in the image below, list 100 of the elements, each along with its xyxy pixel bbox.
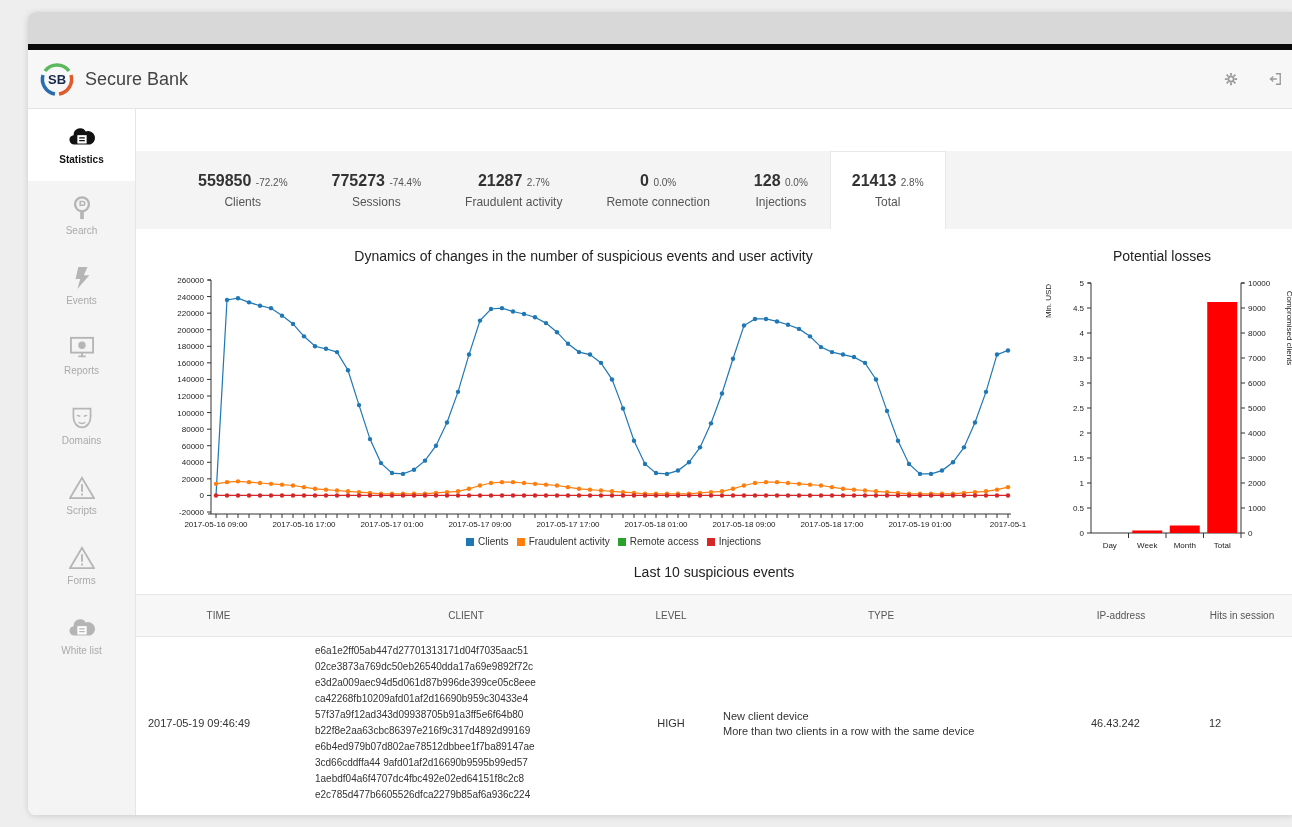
axis-tick-label: 80000	[181, 425, 204, 435]
data-point	[829, 493, 835, 498]
data-point	[290, 321, 296, 327]
axis-tick-label: 4000	[1248, 429, 1266, 438]
data-point	[389, 470, 395, 476]
data-point	[400, 471, 406, 477]
data-point	[356, 402, 362, 408]
data-point	[224, 479, 230, 485]
data-point	[906, 461, 912, 467]
chart-title: Dynamics of changes in the number of suspicious events and user activity	[353, 248, 814, 266]
axis-tick-label: Total	[1213, 541, 1231, 550]
data-point	[466, 493, 472, 498]
data-point	[576, 486, 582, 491]
data-point	[719, 391, 725, 396]
data-point	[422, 458, 428, 463]
data-point	[279, 493, 285, 498]
data-point	[554, 483, 560, 488]
data-point	[312, 344, 318, 349]
axis-tick-label: -20000	[179, 508, 204, 517]
data-point	[752, 316, 758, 322]
column-header: IP-address	[1051, 594, 1191, 637]
exit-icon[interactable]	[1268, 72, 1282, 86]
data-point	[807, 493, 813, 498]
data-point	[939, 468, 945, 473]
axis-tick-label: 2017-05-18 01:00	[624, 520, 688, 529]
axis-tick-label: 3.5	[1072, 354, 1084, 363]
axis-tick-label: Day	[1102, 541, 1117, 550]
data-point	[554, 493, 560, 498]
axis-tick-label: 7000	[1248, 354, 1266, 363]
data-point	[235, 493, 241, 498]
data-point	[686, 460, 692, 465]
data-point	[818, 483, 824, 488]
data-point	[477, 318, 483, 323]
legend-label: Fraudulent activity	[528, 536, 610, 547]
data-point	[609, 377, 615, 382]
settings-icon[interactable]	[1224, 72, 1238, 86]
data-point	[851, 354, 857, 360]
data-point	[741, 483, 747, 488]
data-point	[829, 484, 835, 490]
data-point	[499, 305, 505, 311]
axis-tick-label: 2017-05-19 01:00	[888, 520, 952, 529]
data-point	[510, 309, 516, 314]
stat-tab[interactable]: 128 0.0% Injections	[731, 151, 830, 229]
table-title: Last 10 suspicious events	[632, 564, 796, 582]
data-point	[972, 420, 978, 425]
data-point	[917, 471, 923, 477]
stat-tab[interactable]: 775273 -74.4% Sessions	[309, 151, 444, 229]
data-point	[983, 389, 989, 395]
axis-tick-label: 0.5	[1072, 504, 1084, 513]
axis-tick-label: 160000	[177, 358, 204, 368]
data-point	[730, 486, 736, 491]
data-point	[290, 483, 296, 488]
data-point	[818, 344, 824, 350]
stat-tab[interactable]: 21287 2.7% Fraudulent activity	[443, 151, 585, 229]
data-point	[840, 352, 846, 357]
data-point	[587, 352, 593, 357]
data-point	[785, 493, 791, 498]
event-type-text: New client device	[723, 709, 810, 722]
bank-logo: SB	[38, 60, 76, 98]
axis-tick-label: 180000	[177, 342, 204, 352]
data-point	[323, 346, 329, 351]
data-point	[620, 406, 626, 411]
stat-tab[interactable]: 0 0.0% Remote connection	[584, 151, 732, 229]
data-point	[774, 479, 780, 485]
data-point	[994, 352, 1000, 357]
data-point	[378, 460, 384, 466]
axis-tick-label: 2017-05-1	[989, 520, 1027, 529]
warning-icon	[68, 546, 95, 570]
data-point	[235, 479, 241, 484]
axis-tick-label: 5000	[1248, 404, 1266, 413]
data-point	[444, 420, 450, 425]
legend-label: Clients	[478, 536, 509, 547]
axis-tick-label: 5	[1079, 279, 1084, 288]
data-point	[796, 493, 802, 498]
data-point	[807, 482, 813, 487]
data-point	[763, 316, 769, 322]
table-cell: HIGH	[631, 636, 711, 809]
axis-tick-label: 9000	[1248, 304, 1266, 313]
axis-tick-label: 2017-05-17 01:00	[360, 520, 424, 529]
data-point	[928, 471, 934, 477]
axis-tick-label: 3	[1079, 379, 1084, 388]
axis-tick-label: 4.5	[1072, 304, 1084, 313]
data-point	[664, 471, 670, 477]
data-point	[246, 493, 252, 498]
data-point	[411, 467, 417, 472]
data-point	[213, 481, 219, 487]
data-point	[895, 438, 901, 443]
data-point	[873, 377, 879, 382]
axis-tick-label: 100000	[177, 408, 204, 418]
data-point	[488, 493, 494, 498]
column-header: TIME	[136, 594, 301, 637]
stat-tab[interactable]: 21413 2.8% Total	[829, 151, 946, 229]
data-point	[290, 493, 296, 498]
sidebar-item[interactable]: Statistics	[28, 109, 135, 181]
stat-tab[interactable]: 559850 -72.2% Clients	[176, 151, 310, 229]
data-point	[521, 493, 527, 498]
bar	[1169, 525, 1200, 533]
data-point	[521, 480, 527, 486]
column-header: LEVEL	[631, 594, 711, 637]
data-point	[675, 468, 681, 473]
